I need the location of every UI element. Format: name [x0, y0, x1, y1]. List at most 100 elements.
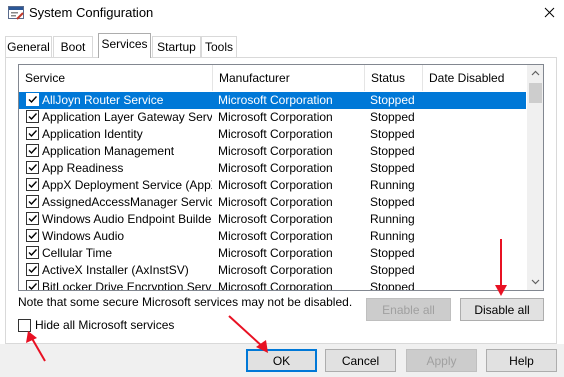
- service-checkbox[interactable]: [26, 144, 39, 157]
- table-row[interactable]: Windows Audio Microsoft Corporation Runnin…: [19, 228, 526, 245]
- manufacturer-cell: Microsoft Corporation: [218, 110, 333, 124]
- service-checkbox[interactable]: [26, 212, 39, 225]
- column-header-manufacturer[interactable]: Manufacturer: [213, 65, 365, 91]
- table-row[interactable]: Windows Audio Endpoint Builder Microsoft …: [19, 211, 526, 228]
- table-row[interactable]: AssignedAccessManager Service Microsoft C…: [19, 194, 526, 211]
- table-row[interactable]: App Readiness Microsoft Corporation Stoppe…: [19, 160, 526, 177]
- checkmark-icon: [28, 181, 38, 189]
- checkmark-icon: [28, 113, 38, 121]
- ok-button[interactable]: OK: [246, 349, 317, 372]
- column-header-status[interactable]: Status: [365, 65, 423, 91]
- disable-all-button[interactable]: Disable all: [460, 298, 544, 321]
- cancel-button[interactable]: Cancel: [325, 349, 396, 372]
- table-row[interactable]: ActiveX Installer (AxInstSV) Microsoft Co…: [19, 262, 526, 279]
- date-disabled-cell: [428, 229, 523, 244]
- manufacturer-cell: Microsoft Corporation: [218, 246, 333, 260]
- checkmark-icon: [28, 198, 38, 206]
- hide-microsoft-services-checkbox[interactable]: [18, 319, 31, 332]
- status-cell: Stopped: [370, 195, 415, 209]
- status-cell: Stopped: [370, 263, 415, 277]
- scroll-up-icon[interactable]: [527, 65, 544, 82]
- status-cell: Stopped: [370, 127, 415, 141]
- apply-button[interactable]: Apply: [406, 349, 477, 372]
- status-cell: Stopped: [370, 110, 415, 124]
- list-scrollbar[interactable]: [527, 65, 544, 290]
- service-name-cell: AppX Deployment Service (AppX...: [42, 178, 212, 192]
- checkmark-icon: [28, 232, 38, 240]
- services-list[interactable]: Service Manufacturer Status Date Disable…: [18, 64, 544, 291]
- table-row[interactable]: AllJoyn Router Service Microsoft Corporat…: [19, 92, 526, 109]
- date-disabled-cell: [428, 263, 523, 278]
- date-disabled-cell: [428, 246, 523, 261]
- service-name-cell: Application Management: [42, 144, 175, 158]
- date-disabled-cell: [428, 280, 523, 290]
- status-cell: Stopped: [370, 280, 415, 291]
- service-checkbox[interactable]: [26, 229, 39, 242]
- status-cell: Running: [370, 229, 415, 243]
- service-checkbox[interactable]: [26, 263, 39, 276]
- scroll-down-icon[interactable]: [527, 273, 544, 290]
- checkmark-icon: [28, 147, 38, 155]
- title-bar: System Configuration: [0, 0, 564, 30]
- service-checkbox[interactable]: [26, 195, 39, 208]
- service-checkbox[interactable]: [26, 161, 39, 174]
- service-checkbox[interactable]: [26, 178, 39, 191]
- date-disabled-cell: [428, 93, 523, 108]
- list-header: Service Manufacturer Status Date Disable…: [19, 65, 526, 91]
- manufacturer-cell: Microsoft Corporation: [218, 93, 333, 107]
- table-row[interactable]: Cellular Time Microsoft Corporation Stoppe…: [19, 245, 526, 262]
- status-cell: Stopped: [370, 93, 415, 107]
- manufacturer-cell: Microsoft Corporation: [218, 229, 333, 243]
- tab-services[interactable]: Services: [98, 33, 151, 58]
- service-checkbox[interactable]: [26, 246, 39, 259]
- manufacturer-cell: Microsoft Corporation: [218, 212, 333, 226]
- manufacturer-cell: Microsoft Corporation: [218, 195, 333, 209]
- service-name-cell: ActiveX Installer (AxInstSV): [42, 263, 189, 277]
- scrollbar-thumb[interactable]: [529, 83, 542, 103]
- checkmark-icon: [28, 283, 38, 290]
- secure-services-note: Note that some secure Microsoft services…: [18, 295, 353, 309]
- enable-all-button[interactable]: Enable all: [366, 298, 451, 321]
- service-name-cell: BitLocker Drive Encryption Service: [42, 280, 212, 291]
- tab-boot[interactable]: Boot: [53, 36, 93, 57]
- tab-general[interactable]: General: [5, 36, 52, 57]
- manufacturer-cell: Microsoft Corporation: [218, 263, 333, 277]
- service-checkbox[interactable]: [26, 93, 39, 106]
- close-icon[interactable]: [538, 2, 562, 24]
- table-row[interactable]: Application Layer Gateway Service Microso…: [19, 109, 526, 126]
- table-row[interactable]: AppX Deployment Service (AppX... Microsof…: [19, 177, 526, 194]
- column-header-service[interactable]: Service: [19, 65, 213, 91]
- manufacturer-cell: Microsoft Corporation: [218, 144, 333, 158]
- service-checkbox[interactable]: [26, 127, 39, 140]
- checkmark-icon: [28, 130, 38, 138]
- table-row[interactable]: Application Identity Microsoft Corporatio…: [19, 126, 526, 143]
- table-row[interactable]: BitLocker Drive Encryption Service Micros…: [19, 279, 526, 291]
- hide-microsoft-services-label[interactable]: Hide all Microsoft services: [35, 318, 174, 332]
- tab-tools[interactable]: Tools: [201, 36, 237, 57]
- checkmark-icon: [28, 164, 38, 172]
- date-disabled-cell: [428, 195, 523, 210]
- tab-startup[interactable]: Startup: [152, 36, 201, 57]
- date-disabled-cell: [428, 161, 523, 176]
- service-name-cell: Application Layer Gateway Service: [42, 110, 212, 124]
- column-header-date-disabled[interactable]: Date Disabled: [423, 65, 526, 91]
- service-name-cell: Windows Audio Endpoint Builder: [42, 212, 212, 226]
- service-name-cell: Cellular Time: [42, 246, 113, 260]
- manufacturer-cell: Microsoft Corporation: [218, 161, 333, 175]
- service-name-cell: AllJoyn Router Service: [42, 93, 164, 107]
- service-name-cell: Application Identity: [42, 127, 143, 141]
- window-title: System Configuration: [29, 5, 154, 20]
- checkmark-icon: [28, 266, 38, 274]
- service-checkbox[interactable]: [26, 280, 39, 290]
- app-icon: [8, 6, 24, 20]
- service-checkbox[interactable]: [26, 110, 39, 123]
- help-button[interactable]: Help: [486, 349, 557, 372]
- date-disabled-cell: [428, 110, 523, 125]
- table-row[interactable]: Application Management Microsoft Corporat…: [19, 143, 526, 160]
- status-cell: Stopped: [370, 161, 415, 175]
- status-cell: Stopped: [370, 144, 415, 158]
- checkmark-icon: [28, 249, 38, 257]
- date-disabled-cell: [428, 127, 523, 142]
- service-name-cell: AssignedAccessManager Service: [42, 195, 212, 209]
- manufacturer-cell: Microsoft Corporation: [218, 280, 333, 291]
